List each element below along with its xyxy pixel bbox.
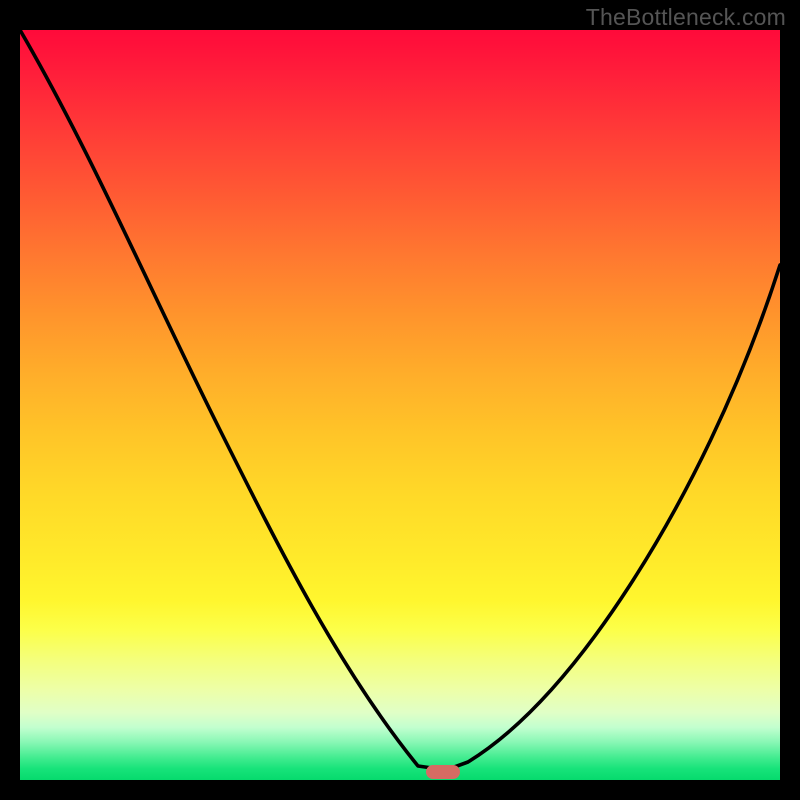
- bottleneck-curve: [20, 30, 780, 780]
- plot-area: [20, 30, 780, 780]
- watermark-text: TheBottleneck.com: [586, 4, 786, 31]
- optimal-point-marker: [426, 765, 460, 779]
- chart-frame: TheBottleneck.com: [0, 0, 800, 800]
- curve-path: [20, 30, 780, 770]
